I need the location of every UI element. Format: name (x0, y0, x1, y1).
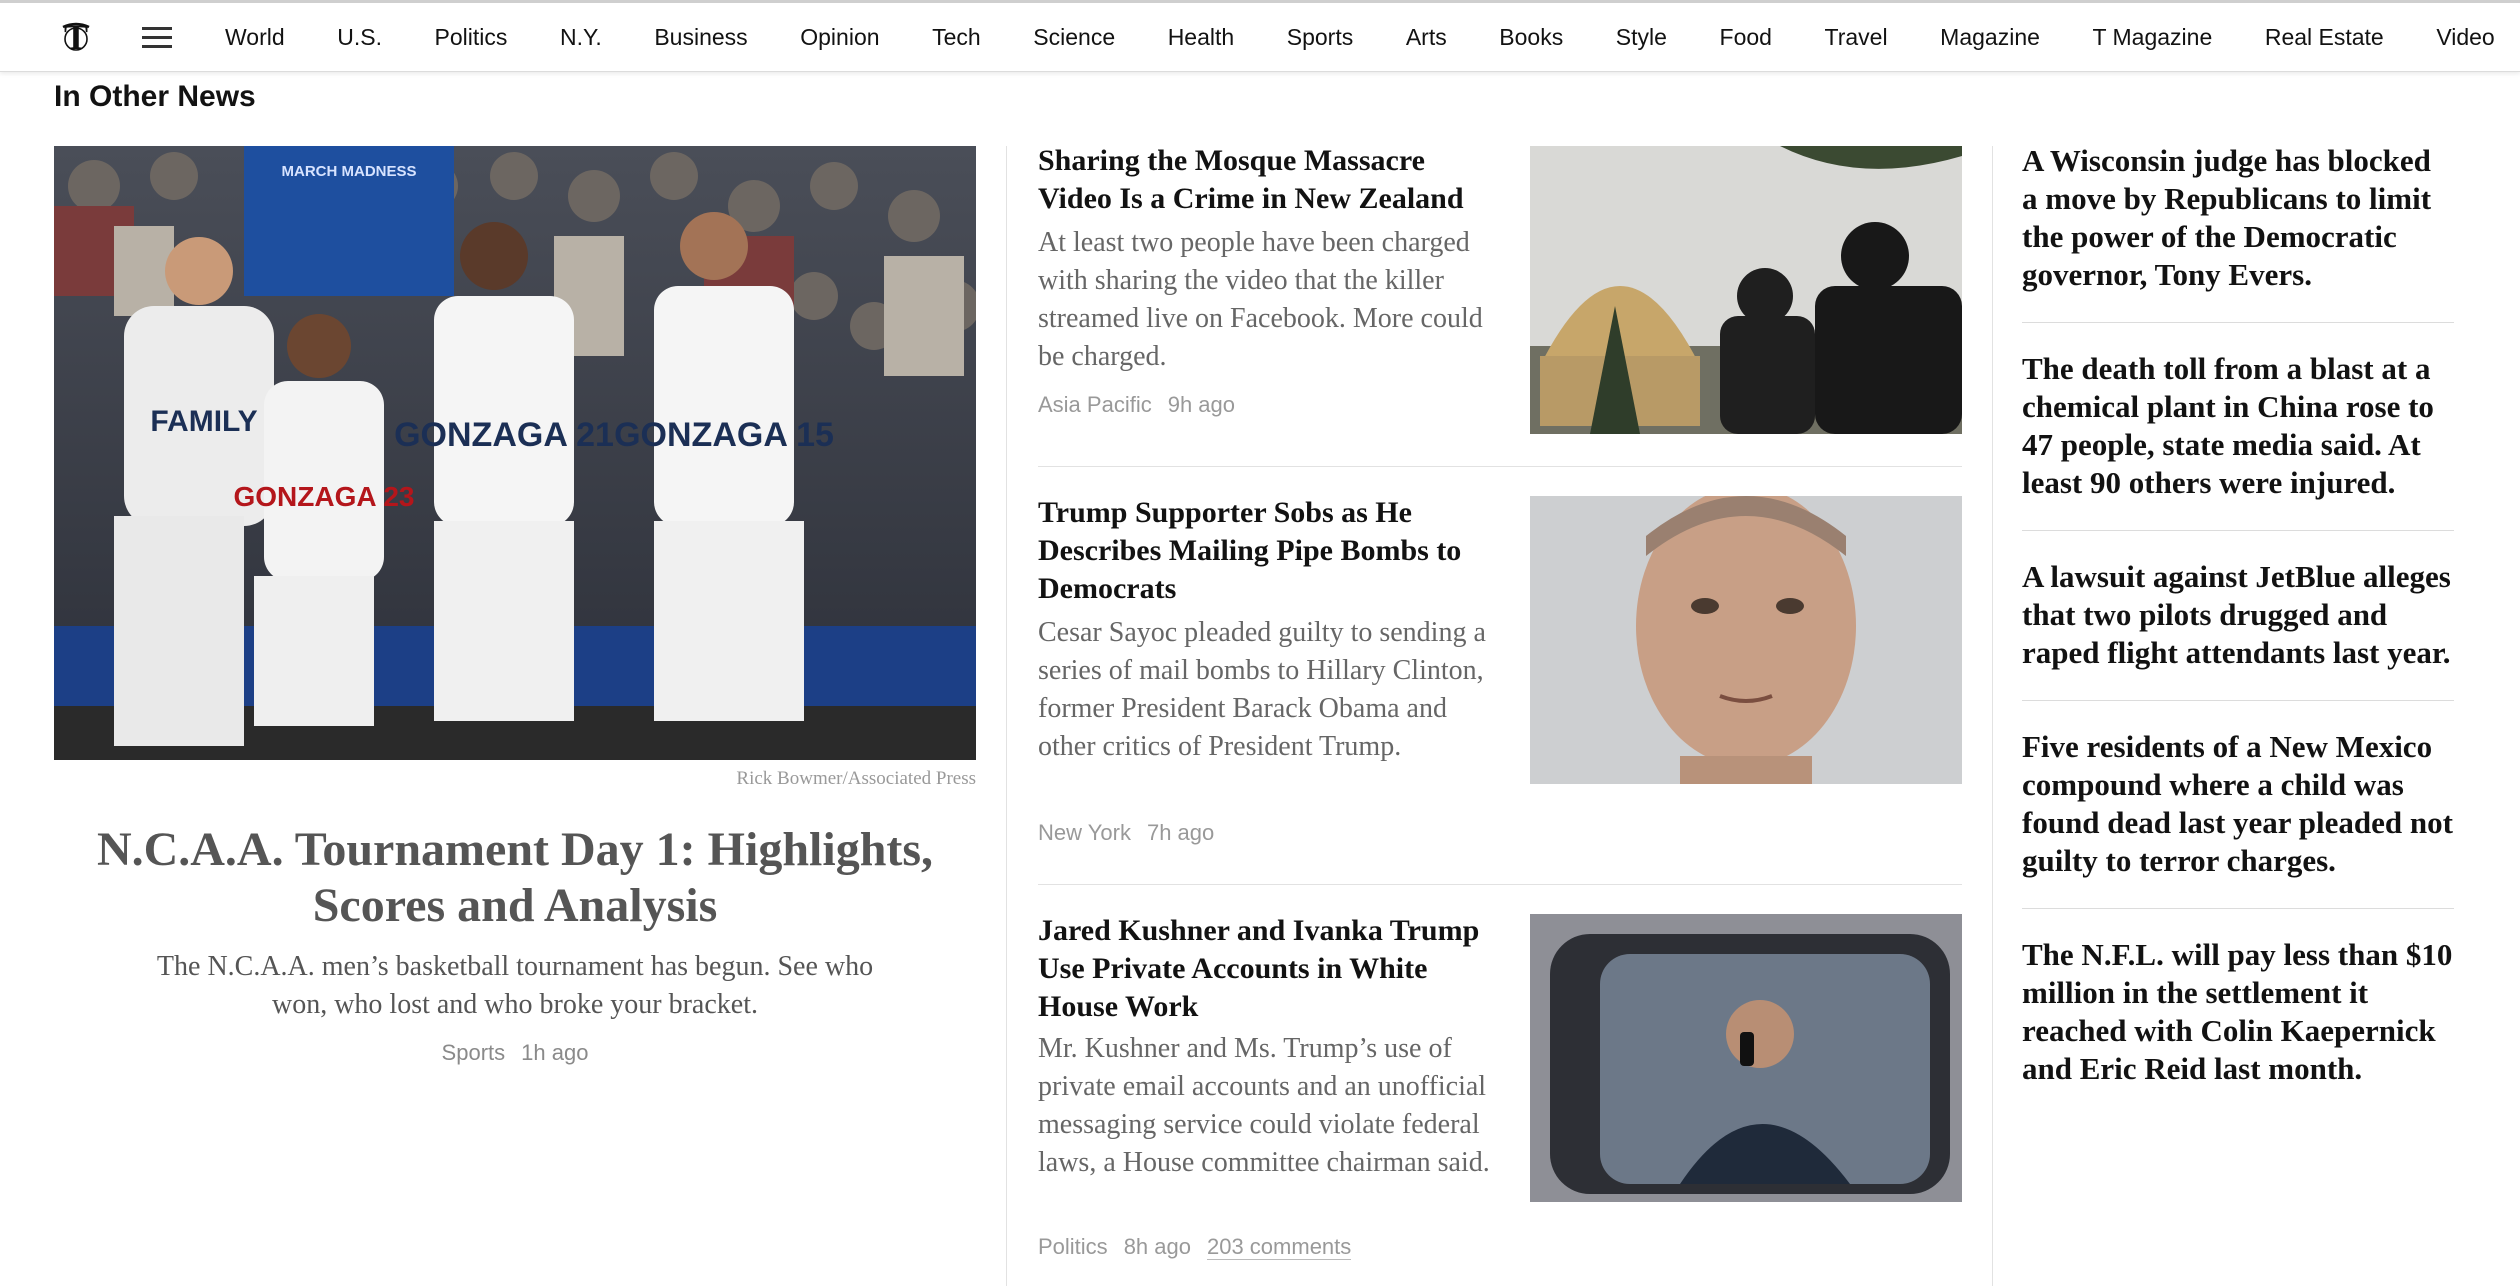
section-nav: World U.S. Politics N.Y. Business Opinio… (225, 3, 2495, 72)
story-card: Sharing the Mosque Massacre Video Is a C… (1038, 142, 1962, 434)
hamburger-menu-icon[interactable] (142, 27, 172, 49)
brief-divider (2022, 322, 2454, 323)
hero-section-label[interactable]: Sports (442, 1040, 506, 1065)
story-meta: Asia Pacific 9h ago (1038, 392, 1235, 418)
brief-item[interactable]: A Wisconsin judge has blocked a move by … (2022, 142, 2454, 294)
nav-item-sports[interactable]: Sports (1287, 24, 1353, 51)
photo-credit: Rick Bowmer/Associated Press (736, 768, 976, 789)
brief-divider (2022, 700, 2454, 701)
story-timestamp: 9h ago (1167, 392, 1236, 417)
nav-item-us[interactable]: U.S. (337, 24, 382, 51)
nav-item-travel[interactable]: Travel (1825, 24, 1888, 51)
hero-timestamp: 1h ago (521, 1040, 589, 1065)
hero-meta: Sports 1h ago (54, 1040, 976, 1066)
story-thumbnail[interactable] (1530, 914, 1962, 1202)
nav-item-t-magazine[interactable]: T Magazine (2092, 24, 2212, 51)
brief-divider (2022, 908, 2454, 909)
nav-item-politics[interactable]: Politics (435, 24, 508, 51)
nav-item-world[interactable]: World (225, 24, 285, 51)
nav-item-tech[interactable]: Tech (932, 24, 981, 51)
story-summary: At least two people have been charged wi… (1038, 227, 1483, 372)
story-headline[interactable]: Jared Kushner and Ivanka Trump Use Priva… (1038, 912, 1498, 1026)
svg-text:GONZAGA 15: GONZAGA 15 (614, 416, 834, 454)
nav-item-real-estate[interactable]: Real Estate (2265, 24, 2384, 51)
nav-item-opinion[interactable]: Opinion (800, 24, 879, 51)
story-section-label[interactable]: New York (1038, 820, 1131, 845)
section-title: In Other News (54, 80, 256, 113)
story-divider (1038, 466, 1962, 467)
story-summary: Cesar Sayoc pleaded guilty to sending a … (1038, 617, 1486, 762)
nav-item-science[interactable]: Science (1033, 24, 1115, 51)
hero-photo[interactable]: MARCH MADNESS FAMILY GONZAGA 23 GONZAGA … (54, 146, 976, 760)
story-timestamp: 7h ago (1146, 820, 1215, 845)
story-thumbnail[interactable] (1530, 496, 1962, 784)
story-timestamp: 8h ago (1123, 1234, 1191, 1259)
story-headline[interactable]: Sharing the Mosque Massacre Video Is a C… (1038, 142, 1498, 218)
brief-item[interactable]: A lawsuit against JetBlue alleges that t… (2022, 558, 2454, 672)
story-section-label[interactable]: Politics (1038, 1234, 1108, 1259)
story-headline[interactable]: Trump Supporter Sobs as He Describes Mai… (1038, 494, 1498, 608)
hero-summary: The N.C.A.A. men’s basketball tournament… (156, 951, 874, 1020)
nav-item-video[interactable]: Video (2436, 24, 2494, 51)
story-divider (1038, 884, 1962, 885)
svg-text:MARCH MADNESS: MARCH MADNESS (282, 163, 417, 180)
brief-item[interactable]: Five residents of a New Mexico compound … (2022, 728, 2454, 880)
story-section-label[interactable]: Asia Pacific (1038, 392, 1152, 417)
nav-item-magazine[interactable]: Magazine (1940, 24, 2040, 51)
story-meta: New York 7h ago (1038, 820, 1214, 846)
brief-item[interactable]: The N.F.L. will pay less than $10 millio… (2022, 936, 2454, 1088)
brief-divider (2022, 530, 2454, 531)
nav-item-arts[interactable]: Arts (1406, 24, 1447, 51)
nav-item-books[interactable]: Books (1499, 24, 1563, 51)
hero-headline[interactable]: N.C.A.A. Tournament Day 1: Highlights, S… (54, 822, 976, 934)
svg-text:GONZAGA 21: GONZAGA 21 (394, 416, 614, 454)
story-card: Jared Kushner and Ivanka Trump Use Priva… (1038, 912, 1962, 1286)
svg-text:GONZAGA 23: GONZAGA 23 (234, 481, 415, 512)
nyt-logo-icon[interactable]: T (56, 17, 96, 57)
nav-item-style[interactable]: Style (1616, 24, 1667, 51)
comments-link[interactable]: 203 comments (1206, 1234, 1352, 1260)
story-card: Trump Supporter Sobs as He Describes Mai… (1038, 494, 1962, 874)
svg-text:FAMILY: FAMILY (150, 405, 257, 438)
nav-item-business[interactable]: Business (654, 24, 747, 51)
brief-item[interactable]: The death toll from a blast at a chemica… (2022, 350, 2454, 502)
nav-item-food[interactable]: Food (1720, 24, 1772, 51)
column-divider (1992, 146, 1993, 1286)
story-thumbnail[interactable] (1530, 146, 1962, 434)
nav-item-health[interactable]: Health (1168, 24, 1234, 51)
story-summary: Mr. Kushner and Ms. Trump’s use of priva… (1038, 1033, 1490, 1178)
top-navigation-bar: T World U.S. Politics N.Y. Business Opin… (0, 0, 2520, 72)
story-meta: Politics 8h ago 203 comments (1038, 1234, 1352, 1260)
column-divider (1006, 146, 1007, 1286)
nav-item-ny[interactable]: N.Y. (560, 24, 602, 51)
